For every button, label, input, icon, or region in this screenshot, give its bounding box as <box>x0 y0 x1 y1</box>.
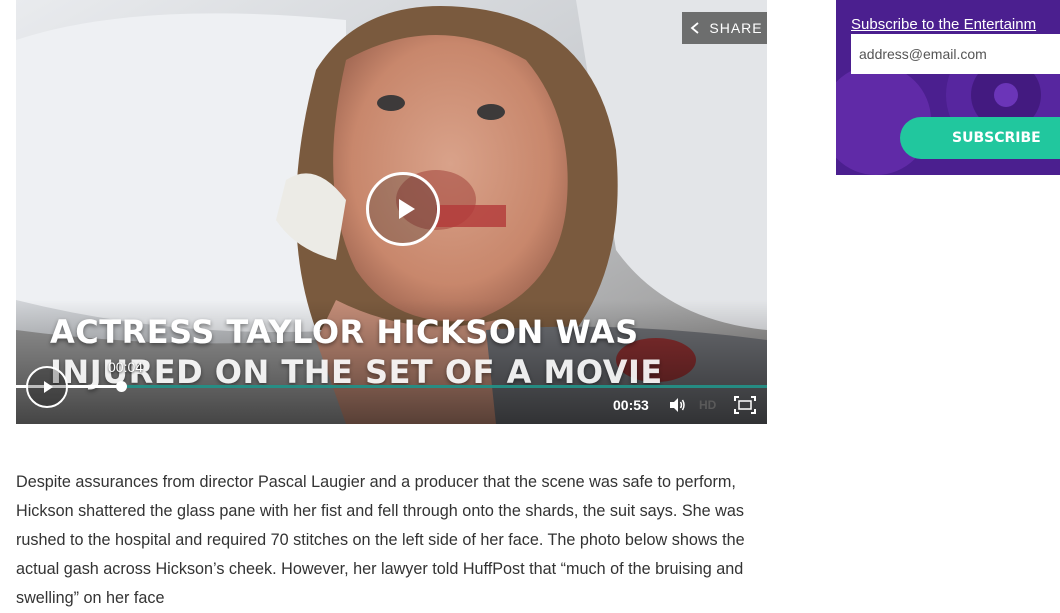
current-time-tooltip: 00:04 <box>108 359 144 375</box>
share-label: SHARE <box>709 20 763 36</box>
play-pause-button[interactable] <box>26 366 68 408</box>
volume-icon[interactable] <box>668 397 686 418</box>
email-field[interactable] <box>851 34 1060 74</box>
video-player[interactable]: SHARE ACTRESS TAYLOR HICKSON WAS INJURED… <box>16 0 767 424</box>
play-icon[interactable] <box>366 172 440 246</box>
caption-line-1: ACTRESS TAYLOR HICKSON WAS <box>50 313 639 351</box>
video-caption: ACTRESS TAYLOR HICKSON WAS INJURED ON TH… <box>50 312 690 392</box>
progress-track-accent <box>16 385 767 388</box>
scrub-handle[interactable] <box>116 381 127 392</box>
newsletter-signup: Subscribe to the Entertainm SUBSCRIBE <box>836 0 1060 175</box>
fullscreen-icon[interactable] <box>734 396 756 419</box>
newsletter-title: Subscribe to the Entertainm <box>851 16 1037 33</box>
share-button[interactable]: SHARE <box>682 12 767 44</box>
duration-label: 00:53 <box>613 397 649 413</box>
article-paragraph: Despite assurances from director Pascal … <box>16 473 745 607</box>
subscribe-button[interactable]: SUBSCRIBE <box>900 117 1060 159</box>
article-body: Despite assurances from director Pascal … <box>16 468 776 613</box>
progress-bar[interactable] <box>16 385 767 388</box>
share-icon <box>689 21 701 35</box>
hd-toggle[interactable]: HD <box>699 398 716 412</box>
